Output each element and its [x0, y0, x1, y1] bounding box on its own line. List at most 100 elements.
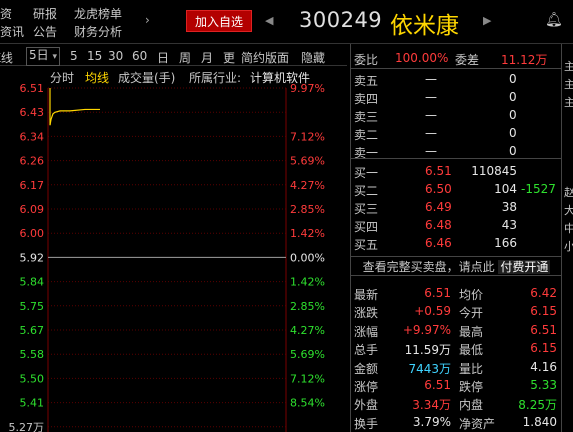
industry-value[interactable]: 计算机软件 — [250, 69, 310, 86]
bid-change: -1527 — [521, 182, 556, 196]
top-bar: 资 资讯 研报 公告 龙虎榜单 财务分析 › 加入自选 ◀ 300249 依米康… — [0, 0, 573, 44]
y-tick-label: 5.92 — [20, 251, 45, 264]
prev-stock-icon[interactable]: ◀ — [265, 14, 273, 27]
bid-label: 买五 — [354, 238, 379, 252]
stat-value: 6.51 — [424, 286, 451, 300]
bid-price: 6.46 — [425, 236, 452, 250]
y-tick-label: 6.09 — [20, 203, 45, 216]
next-stock-icon[interactable]: ▶ — [483, 14, 491, 27]
stat-value: 6.15 — [530, 341, 557, 356]
side-panel-edge: 主主主赵大中小 — [561, 44, 573, 432]
edge-glyph: 赵 — [564, 186, 573, 199]
stat-label: 最高 — [459, 324, 484, 339]
bid-label: 买一 — [354, 166, 379, 180]
tab-average-line[interactable]: 均线 — [85, 69, 109, 86]
stat-label: 内盘 — [459, 398, 484, 413]
stat-value: 6.51 — [530, 322, 557, 337]
nav-caiwu[interactable]: 财务分析 — [74, 25, 122, 39]
hide-button[interactable]: 隐藏 — [301, 49, 325, 66]
stat-value: 1.840 — [522, 414, 557, 429]
period-week[interactable]: 周 — [179, 49, 191, 66]
pct-tick-label: 7.12% — [290, 372, 325, 385]
simple-layout-button[interactable]: 简约版面 — [241, 49, 289, 66]
edge-glyph: 大 — [564, 204, 573, 217]
ask-volume: 0 — [509, 144, 517, 158]
add-to-watchlist-button[interactable]: 加入自选 — [186, 10, 252, 32]
ask-price: — — [425, 90, 437, 104]
pct-tick-label: 8.54% — [290, 397, 325, 410]
stat-value: 6.15 — [530, 304, 557, 319]
nav-longhu[interactable]: 龙虎榜单 — [74, 7, 122, 21]
bid-label: 买三 — [354, 202, 379, 216]
weicha-value: 11.12万 — [501, 53, 548, 67]
y-tick-label: 5.67 — [20, 324, 45, 337]
stat-label: 涨跌 — [354, 306, 379, 321]
nav-yanbao[interactable]: 研报 — [33, 7, 57, 21]
paid-upgrade-link[interactable]: 付费开通 — [498, 260, 551, 274]
bid-price: 6.48 — [425, 218, 452, 232]
stat-value: 3.79% — [412, 414, 451, 429]
stat-value: 7443万 — [408, 361, 451, 376]
stat-label: 金额 — [354, 361, 379, 376]
kline-button[interactable]: K线 — [0, 49, 13, 66]
period-5day-select[interactable]: 5日 ▾ — [26, 47, 60, 66]
period-30min[interactable]: 30 — [108, 49, 123, 63]
bid-price: 6.49 — [425, 200, 452, 214]
stat-label: 跌停 — [459, 380, 484, 394]
tab-volume[interactable]: 成交量(手) — [118, 69, 175, 86]
nav-gonggao[interactable]: 公告 — [33, 25, 57, 39]
stat-label: 总手 — [354, 343, 379, 358]
weibi-label: 委比 — [354, 53, 379, 67]
bid-volume: 43 — [501, 218, 517, 232]
bid-volume: 110845 — [471, 164, 517, 178]
intraday-chart[interactable]: 6.51 9.97% 6.43 6.34 7.12% 6.26 5.69% 6.17 4.27%… — [0, 66, 347, 432]
bell-icon[interactable]: 🔔︎ — [545, 12, 563, 28]
industry-label: 所属行业: — [189, 71, 242, 85]
divider — [351, 68, 562, 69]
stock-name: 依米康 — [390, 13, 459, 39]
stat-value: 6.42 — [530, 286, 557, 300]
bid-volume: 38 — [501, 200, 517, 214]
edge-glyph: 中 — [564, 222, 573, 235]
pct-tick-label: 2.85% — [290, 300, 325, 313]
y-tick-label: 5.75 — [20, 300, 45, 313]
stat-label: 最低 — [459, 343, 484, 358]
period-5min[interactable]: 5 — [70, 49, 78, 63]
period-month[interactable]: 月 — [201, 49, 213, 66]
stat-value: 4.16 — [530, 359, 557, 374]
tab-timeshare[interactable]: 分时 — [50, 69, 74, 86]
nav-zixun-top[interactable]: 资 — [0, 7, 12, 21]
stat-label: 涨幅 — [354, 324, 379, 339]
stat-value: +0.59 — [414, 304, 451, 319]
ask-label: 卖二 — [354, 128, 379, 142]
bid-label: 买四 — [354, 220, 379, 234]
weicha-label: 委差 — [455, 53, 480, 67]
y-tick-label: 6.17 — [20, 179, 45, 192]
stat-label: 量比 — [459, 361, 484, 376]
y-tick-label: 6.00 — [20, 227, 45, 240]
bid-volume: 104 — [494, 182, 517, 196]
weibi-value: 100.00% — [395, 51, 449, 65]
period-15min[interactable]: 15 — [87, 49, 102, 63]
y-tick-label: 5.50 — [20, 372, 45, 385]
period-more[interactable]: 更 — [223, 49, 235, 66]
quote-panel: 委比 100.00% 委差 11.12万 卖五 — 0 卖四 — 0 卖三 — 0 卖… — [350, 44, 562, 432]
nav-more-icon[interactable]: › — [145, 13, 150, 27]
period-60min[interactable]: 60 — [132, 49, 147, 63]
y-tick-label: 6.26 — [20, 155, 45, 168]
stat-value: 11.59万 — [404, 343, 451, 358]
y-tick-label: 5.27万 — [9, 421, 45, 432]
full-orderbook-bar[interactable]: 查看完整买卖盘，请点此 付费开通 — [351, 256, 562, 276]
stat-value: 3.34万 — [412, 398, 451, 413]
ask-label: 卖三 — [354, 110, 379, 124]
period-day[interactable]: 日 — [157, 49, 169, 66]
ask-label: 卖五 — [354, 74, 379, 88]
chart-toolbar: K线 5日 ▾ 5 15 30 60 日 周 月 更 简约版面 隐藏 — [0, 46, 347, 66]
ask-volume: 0 — [509, 90, 517, 104]
divider — [351, 158, 562, 159]
ask-price: — — [425, 126, 437, 140]
bid-price: 6.50 — [425, 182, 452, 196]
nav-zixun[interactable]: 资讯 — [0, 25, 24, 39]
pct-tick-label: 1.42% — [290, 227, 325, 240]
pct-tick-label: 2.85% — [290, 203, 325, 216]
